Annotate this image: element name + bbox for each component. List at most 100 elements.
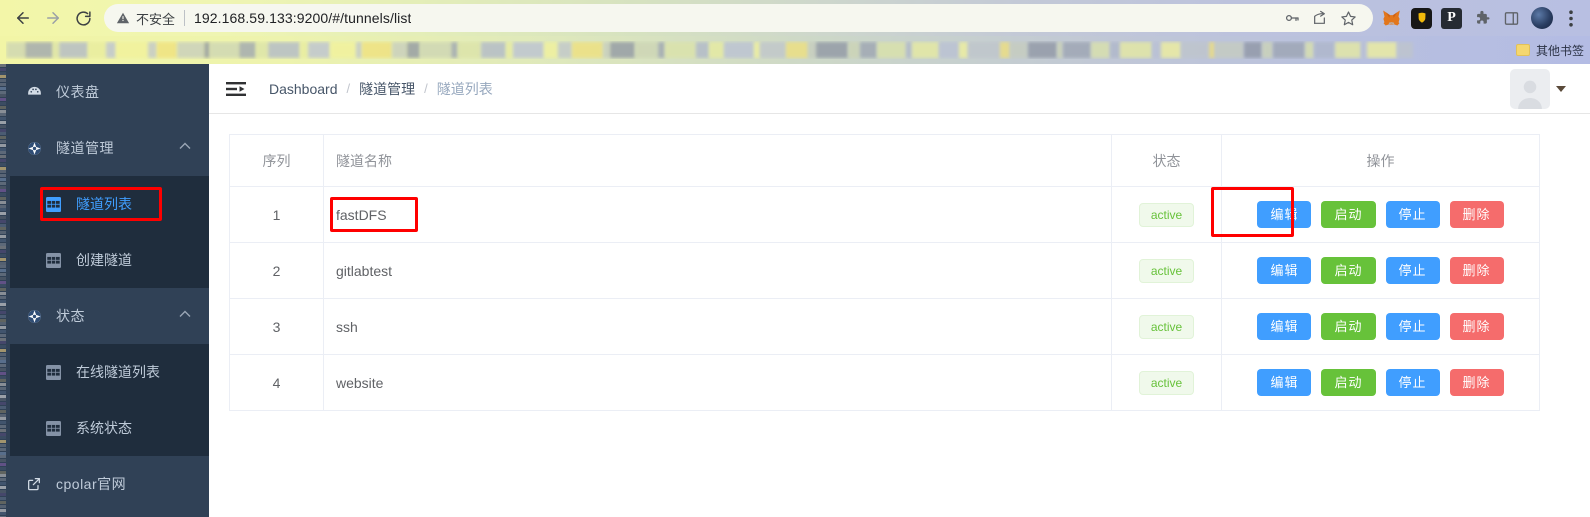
edge-artifact-line xyxy=(0,352,6,356)
cell-actions: 编辑 启动 停止 删除 xyxy=(1221,242,1540,299)
edge-artifact-line xyxy=(0,413,6,417)
cell-actions: 编辑 启动 停止 删除 xyxy=(1211,186,1540,243)
redacted-block xyxy=(1161,42,1181,58)
edge-artifact-line xyxy=(0,98,6,102)
redacted-block xyxy=(157,42,177,58)
binance-wallet-extension-icon[interactable] xyxy=(1411,7,1432,29)
stop-button[interactable]: 停止 xyxy=(1385,200,1440,229)
address-bar[interactable]: 不安全 192.168.59.133:9200/#/tunnels/list xyxy=(104,4,1373,32)
stop-button[interactable]: 停止 xyxy=(1385,256,1440,285)
caret-down-icon[interactable] xyxy=(1556,85,1566,92)
edge-artifact-line xyxy=(0,140,6,143)
edge-artifact-line xyxy=(0,485,6,489)
redacted-block xyxy=(210,42,239,58)
compass-icon xyxy=(22,308,46,325)
redacted-block xyxy=(451,42,458,58)
other-bookmarks-button[interactable]: 其他书签 xyxy=(1506,42,1584,59)
grid-table-icon xyxy=(44,420,62,436)
cell-name: fastDFS xyxy=(323,186,1112,243)
reload-button[interactable] xyxy=(68,3,98,33)
cell-index: 4 xyxy=(229,354,324,411)
edge-artifact-line xyxy=(0,311,6,314)
edge-artifact-line xyxy=(0,466,6,470)
sidebar-item-system-status[interactable]: 系统状态 xyxy=(10,400,209,456)
edge-artifact-line xyxy=(0,216,6,219)
cell-index: 3 xyxy=(229,298,324,355)
delete-button[interactable]: 删除 xyxy=(1449,200,1504,229)
redacted-block xyxy=(558,42,572,58)
start-button[interactable]: 启动 xyxy=(1321,256,1376,285)
sidebar-group-tunnel-management-label: 隧道管理 xyxy=(56,140,114,156)
status-badge: active xyxy=(1138,370,1195,395)
redacted-block xyxy=(177,42,204,58)
redacted-block xyxy=(912,42,939,58)
sidebar-item-system-status-label: 系统状态 xyxy=(76,420,132,436)
breadcrumb-item-dashboard[interactable]: Dashboard xyxy=(269,81,338,97)
forward-button[interactable] xyxy=(38,3,68,33)
sidebar-item-cpolar-website[interactable]: cpolar官网 xyxy=(10,456,209,512)
edit-button[interactable]: 编辑 xyxy=(1257,200,1312,229)
profile-avatar-icon[interactable] xyxy=(1531,7,1553,29)
extensions-puzzle-icon[interactable] xyxy=(1471,8,1492,29)
edit-button[interactable]: 编辑 xyxy=(1257,256,1312,285)
bookmarks-bar: 其他书签 xyxy=(0,36,1590,64)
edge-artifact-line xyxy=(0,208,6,212)
edit-button[interactable]: 编辑 xyxy=(1257,312,1312,341)
edge-artifact-line xyxy=(0,273,6,276)
sidebar-group-tunnel-management[interactable]: 隧道管理 xyxy=(10,120,209,176)
start-button[interactable]: 启动 xyxy=(1321,200,1376,229)
sidebar-item-online-tunnel-list[interactable]: 在线隧道列表 xyxy=(10,344,209,400)
edge-artifact-line xyxy=(0,299,6,303)
delete-button[interactable]: 删除 xyxy=(1449,368,1504,397)
redacted-block xyxy=(116,42,148,58)
avatar[interactable] xyxy=(1510,68,1550,109)
side-panel-icon[interactable] xyxy=(1501,8,1522,29)
action-button-group: 编辑 启动 停止 删除 xyxy=(1222,256,1539,285)
start-button[interactable]: 启动 xyxy=(1321,368,1376,397)
redacted-block xyxy=(1262,42,1273,58)
bookmark-star-icon[interactable] xyxy=(1335,5,1361,31)
table-row: 1 fastDFS active 编辑 启动 停止 删除 xyxy=(229,186,1540,243)
sidebar-item-tunnel-list[interactable]: 隧道列表 xyxy=(10,176,209,232)
delete-button[interactable]: 删除 xyxy=(1449,312,1504,341)
edge-artifact-line xyxy=(0,219,6,223)
chrome-menu-icon[interactable] xyxy=(1562,9,1580,27)
edge-artifact-line xyxy=(0,345,6,349)
redacted-block xyxy=(513,42,544,58)
edit-button[interactable]: 编辑 xyxy=(1257,368,1312,397)
edge-artifact-line xyxy=(0,406,6,409)
collapse-menu-icon[interactable] xyxy=(225,80,247,98)
navbar-right xyxy=(1510,68,1576,109)
edge-artifact-line xyxy=(0,383,6,387)
pocket-extension-icon[interactable]: P xyxy=(1441,7,1462,29)
sidebar-group-status[interactable]: 状态 xyxy=(10,288,209,344)
warning-triangle-icon xyxy=(116,11,130,25)
redacted-block xyxy=(1314,42,1335,58)
stop-button[interactable]: 停止 xyxy=(1385,368,1440,397)
back-button[interactable] xyxy=(8,3,38,33)
redacted-block xyxy=(1181,42,1209,58)
edge-artifact-line xyxy=(0,227,6,231)
extension-toolbar: P xyxy=(1381,7,1582,29)
delete-button[interactable]: 删除 xyxy=(1449,256,1504,285)
external-link-icon xyxy=(22,476,46,492)
edge-artifact-line xyxy=(0,375,6,379)
edge-artifact-line xyxy=(0,189,6,193)
column-header-actions: 操作 xyxy=(1221,134,1540,187)
start-button[interactable]: 启动 xyxy=(1321,312,1376,341)
redacted-block xyxy=(407,42,420,58)
edge-artifact-line xyxy=(0,303,6,307)
stop-button[interactable]: 停止 xyxy=(1385,312,1440,341)
metamask-extension-icon[interactable] xyxy=(1381,8,1402,29)
edge-artifact-line xyxy=(0,223,6,227)
edge-artifact-line xyxy=(0,257,6,261)
sidebar-item-create-tunnel[interactable]: 创建隧道 xyxy=(10,232,209,288)
breadcrumb-item-tunnel-management[interactable]: 隧道管理 xyxy=(359,79,415,99)
key-icon[interactable] xyxy=(1279,5,1305,31)
share-icon[interactable] xyxy=(1307,5,1333,31)
edge-artifact-line xyxy=(0,337,6,341)
edge-artifact-line xyxy=(0,128,6,132)
redacted-block xyxy=(1091,42,1110,58)
sidebar-item-dashboard[interactable]: 仪表盘 xyxy=(10,64,209,120)
edge-artifact-line xyxy=(0,265,6,269)
